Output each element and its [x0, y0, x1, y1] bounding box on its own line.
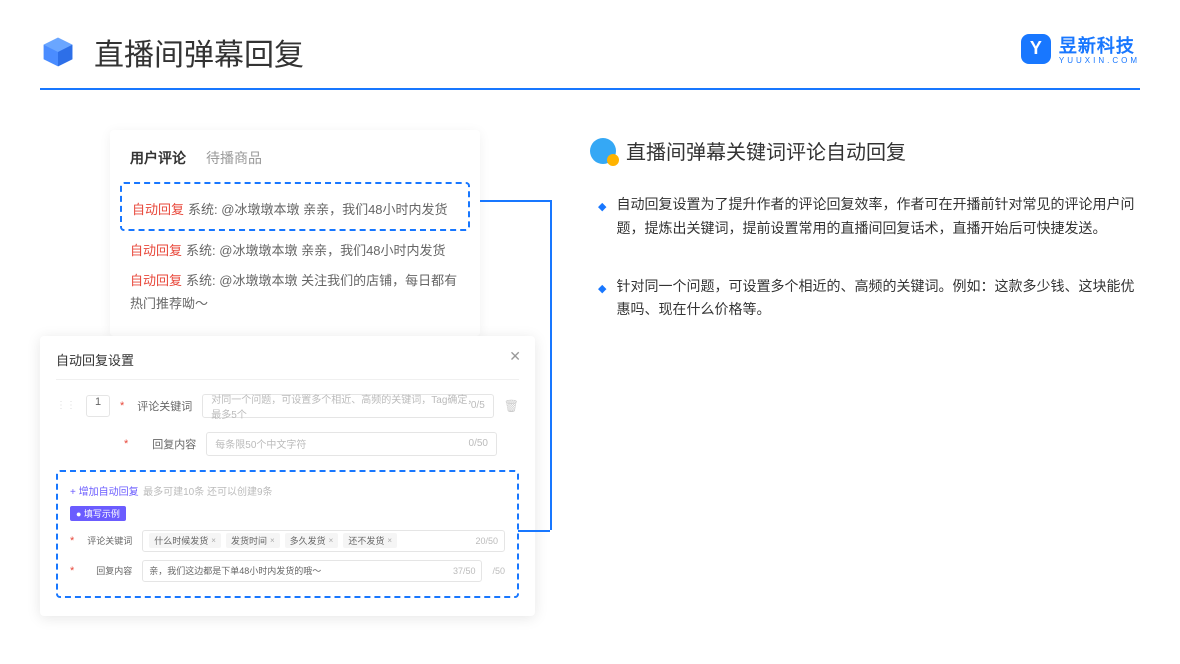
keyword-tag[interactable]: 什么时候发货×: [149, 533, 221, 548]
comment-line: 自动回复系统: @冰墩墩本墩 关注我们的店铺，每日都有热门推荐呦～: [130, 269, 460, 316]
comment-body: @冰墩墩本墩 亲亲，我们48小时内发货: [219, 243, 445, 258]
example-block: + 增加自动回复 最多可建10条 还可以创建9条 ● 填写示例 * 评论关键词 …: [56, 470, 519, 598]
bullet-item: ◆ 针对同一个问题，可设置多个相近的、高频的关键词。例如：这款多少钱、这块能优惠…: [590, 275, 1140, 323]
outer-count: /50: [492, 566, 505, 576]
tag-remove-icon: ×: [270, 536, 275, 545]
reply-count: 0/50: [469, 438, 488, 449]
placeholder-text: 对同一个问题，可设置多个相近、高频的关键词，Tag确定，最多5个: [211, 391, 484, 421]
connector-line: [518, 530, 550, 532]
system-tag: 系统:: [186, 243, 216, 258]
drag-handle-icon[interactable]: ⋮⋮: [56, 400, 76, 411]
auto-reply-tag: 自动回复: [130, 243, 182, 258]
keyword-label: 评论关键词: [134, 398, 192, 414]
system-tag: 系统:: [186, 273, 216, 288]
example-reply-input[interactable]: 亲，我们这边都是下单48小时内发货的哦～ 37/50: [142, 560, 482, 582]
connector-line: [550, 200, 552, 530]
tag-count: 20/50: [475, 536, 498, 546]
diamond-icon: ◆: [598, 198, 606, 241]
page-header: 直播间弹幕回复: [0, 0, 1180, 88]
logo-mark-icon: Y: [1021, 34, 1051, 64]
comment-line: 自动回复系统: @冰墩墩本墩 亲亲，我们48小时内发货: [130, 239, 460, 262]
required-dot: *: [70, 565, 74, 577]
example-reply-count: 37/50: [453, 566, 476, 576]
reply-label: 回复内容: [138, 436, 196, 452]
example-reply-value: 亲，我们这边都是下单48小时内发货的哦～: [149, 564, 321, 577]
keyword-count: 0/5: [471, 400, 485, 411]
tag-remove-icon: ×: [387, 536, 392, 545]
tab-pending-goods[interactable]: 待播商品: [206, 148, 262, 168]
delete-icon[interactable]: 🗑: [504, 399, 519, 413]
keyword-tag[interactable]: 还不发货×: [343, 533, 397, 548]
example-reply-label: 回复内容: [84, 564, 132, 577]
logo-text: 昱新科技: [1059, 32, 1140, 58]
highlighted-comment: 自动回复系统: @冰墩墩本墩 亲亲，我们48小时内发货: [120, 182, 470, 231]
keyword-tag[interactable]: 发货时间×: [226, 533, 280, 548]
auto-reply-settings-panel: 自动回复设置 ✕ ⋮⋮ 1 * 评论关键词 对同一个问题，可设置多个相近、高频的…: [40, 336, 535, 616]
example-badge: ● 填写示例: [70, 506, 126, 521]
example-keyword-label: 评论关键词: [84, 534, 132, 547]
illustration-panel: 用户评论 待播商品 自动回复系统: @冰墩墩本墩 亲亲，我们48小时内发货 自动…: [40, 130, 540, 616]
chat-bubble-icon: [590, 138, 616, 164]
tag-remove-icon: ×: [211, 536, 216, 545]
bullet-text: 自动回复设置为了提升作者的评论回复效率，作者可在开播前针对常见的评论用户问题，提…: [616, 193, 1140, 241]
add-auto-reply-link[interactable]: + 增加自动回复: [70, 487, 139, 498]
comment-line: 自动回复系统: @冰墩墩本墩 亲亲，我们48小时内发货: [132, 198, 458, 221]
auto-reply-tag: 自动回复: [132, 202, 184, 217]
cube-icon: [40, 34, 76, 70]
description-panel: 直播间弹幕关键词评论自动回复 ◆ 自动回复设置为了提升作者的评论回复效率，作者可…: [590, 130, 1140, 356]
page-title: 直播间弹幕回复: [94, 30, 304, 74]
example-keyword-input[interactable]: 什么时候发货× 发货时间× 多久发货× 还不发货× 20/50: [142, 530, 505, 552]
section-title: 直播间弹幕关键词评论自动回复: [626, 136, 906, 165]
index-input[interactable]: 1: [86, 395, 110, 417]
bullet-text: 针对同一个问题，可设置多个相近的、高频的关键词。例如：这款多少钱、这块能优惠吗、…: [616, 275, 1140, 323]
required-dot: *: [124, 438, 128, 450]
close-icon[interactable]: ✕: [509, 348, 521, 365]
placeholder-text: 每条限50个中文字符: [215, 436, 306, 451]
add-hint: 最多可建10条 还可以创建9条: [143, 487, 272, 498]
keyword-input[interactable]: 对同一个问题，可设置多个相近、高频的关键词，Tag确定，最多5个 0/5: [202, 394, 493, 418]
bullet-item: ◆ 自动回复设置为了提升作者的评论回复效率，作者可在开播前针对常见的评论用户问题…: [590, 193, 1140, 241]
comment-body: @冰墩墩本墩 亲亲，我们48小时内发货: [221, 202, 447, 217]
connector-line: [480, 200, 550, 202]
reply-input[interactable]: 每条限50个中文字符 0/50: [206, 432, 497, 456]
required-dot: *: [120, 400, 124, 412]
brand-logo: Y 昱新科技 YUUXIN.COM: [1021, 32, 1140, 65]
settings-title: 自动回复设置: [56, 350, 519, 380]
keyword-tag[interactable]: 多久发货×: [285, 533, 339, 548]
required-dot: *: [70, 535, 74, 547]
tab-user-comments[interactable]: 用户评论: [130, 148, 186, 168]
system-tag: 系统:: [188, 202, 218, 217]
comments-panel: 用户评论 待播商品 自动回复系统: @冰墩墩本墩 亲亲，我们48小时内发货 自动…: [110, 130, 480, 336]
auto-reply-tag: 自动回复: [130, 273, 182, 288]
diamond-icon: ◆: [598, 280, 606, 323]
tag-remove-icon: ×: [329, 536, 334, 545]
logo-subtext: YUUXIN.COM: [1059, 56, 1140, 65]
